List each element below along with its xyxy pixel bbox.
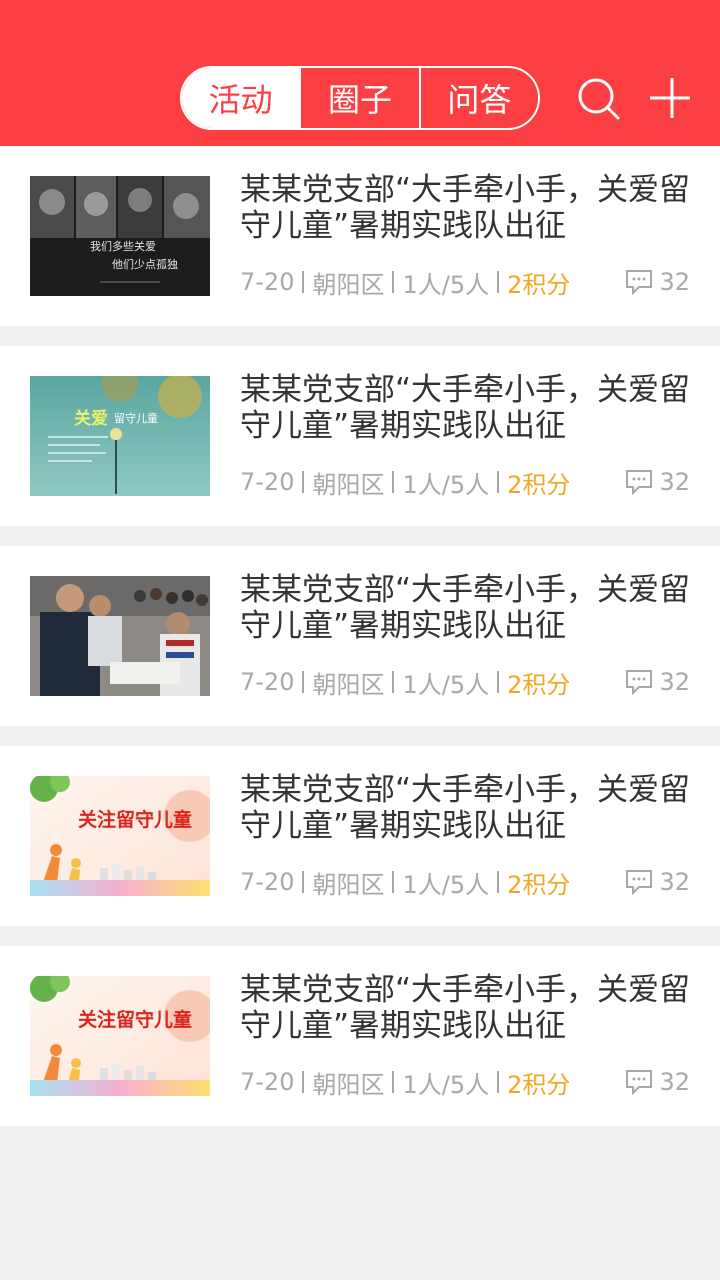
divider [302,871,305,893]
activity-participants: 1人/5人 [402,470,490,499]
divider [392,1071,395,1093]
tab-qa[interactable]: 问答 [418,68,538,128]
activity-date: 7-20 [240,1068,295,1096]
thumbnail-caption: 留守儿童 [114,411,158,425]
activity-title: 某某党支部“大手牵小手，关爱留守儿童”暑期实践队出征 [240,972,691,1044]
divider [392,871,395,893]
activity-thumbnail: 我们多些关爱 他们少点孤独 [30,176,210,296]
activity-title: 某某党支部“大手牵小手，关爱留守儿童”暑期实践队出征 [240,172,691,244]
activity-date: 7-20 [240,668,295,696]
segmented-tabs: 活动 圈子 问答 [180,66,540,130]
activity-points: 2积分 [507,670,571,699]
comment-count[interactable]: 32 [625,664,690,700]
activity-card[interactable]: 某某党支部“大手牵小手，关爱留守儿童”暑期实践队出征 7-20 朝阳区 1人/5… [0,546,720,726]
comment-count[interactable]: 32 [625,1064,690,1100]
activity-district: 朝阳区 [312,870,385,899]
activity-meta: 7-20 朝阳区 1人/5人 2积分 [240,264,570,300]
divider [497,271,500,293]
tab-circles[interactable]: 圈子 [299,68,418,128]
activity-meta: 7-20 朝阳区 1人/5人 2积分 [240,664,570,700]
divider [497,1071,500,1093]
activity-points: 2积分 [507,1070,571,1099]
activity-meta: 7-20 朝阳区 1人/5人 2积分 [240,864,570,900]
divider [497,471,500,493]
comment-count-value: 32 [659,1068,690,1096]
comment-icon [626,470,653,495]
search-button[interactable] [574,72,626,124]
activity-card[interactable]: 关注留守儿童 某某党支部“大手牵小手，关爱留守儿童”暑期实践队出征 7-20 朝… [0,946,720,1126]
thumbnail-caption: 关爱 [74,408,108,429]
activity-card[interactable]: 关注留守儿童 某某党支部“大手牵小手，关爱留守儿童”暑期实践队出征 7-20 朝… [0,746,720,926]
activity-title: 某某党支部“大手牵小手，关爱留守儿童”暑期实践队出征 [240,772,691,844]
search-icon [578,78,620,120]
activity-meta: 7-20 朝阳区 1人/5人 2积分 [240,1064,570,1100]
activity-district: 朝阳区 [312,1070,385,1099]
activity-participants: 1人/5人 [402,870,490,899]
divider [392,671,395,693]
thumbnail-caption: 他们少点孤独 [112,257,178,271]
divider [302,671,305,693]
comment-count[interactable]: 32 [625,464,690,500]
activity-title: 某某党支部“大手牵小手，关爱留守儿童”暑期实践队出征 [240,572,691,644]
thumbnail-caption: 关注留守儿童 [78,1008,192,1031]
tab-activities[interactable]: 活动 [182,68,300,128]
app-header: 活动 圈子 问答 [0,0,720,146]
comment-count-value: 32 [659,268,690,296]
activity-card[interactable]: 关爱 留守儿童 某某党支部“大手牵小手，关爱留守儿童”暑期实践队出征 7-20 … [0,346,720,526]
comment-count-value: 32 [659,868,690,896]
add-button[interactable] [646,72,694,124]
activity-title: 某某党支部“大手牵小手，关爱留守儿童”暑期实践队出征 [240,372,691,444]
activity-thumbnail [30,576,210,696]
comment-count-value: 32 [659,668,690,696]
divider [392,471,395,493]
activity-participants: 1人/5人 [402,1070,490,1099]
divider [302,471,305,493]
thumbnail-caption: 我们多些关爱 [90,239,156,253]
activity-participants: 1人/5人 [402,670,490,699]
comment-icon [626,1070,653,1095]
divider [392,271,395,293]
comment-count[interactable]: 32 [625,264,690,300]
activity-thumbnail: 关注留守儿童 [30,776,210,896]
activity-district: 朝阳区 [312,670,385,699]
divider [497,671,500,693]
activity-points: 2积分 [507,870,571,899]
activity-thumbnail: 关注留守儿童 [30,976,210,1096]
divider [302,271,305,293]
comment-icon [626,670,653,695]
activity-thumbnail: 关爱 留守儿童 [30,376,210,496]
activity-points: 2积分 [507,470,571,499]
comment-icon [626,870,653,895]
activity-meta: 7-20 朝阳区 1人/5人 2积分 [240,464,570,500]
activity-points: 2积分 [507,270,571,299]
activity-date: 7-20 [240,268,295,296]
activity-participants: 1人/5人 [402,270,490,299]
divider [302,1071,305,1093]
plus-icon [650,78,690,118]
activity-card[interactable]: 我们多些关爱 他们少点孤独 某某党支部“大手牵小手，关爱留守儿童”暑期实践队出征… [0,146,720,326]
activity-district: 朝阳区 [312,470,385,499]
comment-count-value: 32 [659,468,690,496]
activity-district: 朝阳区 [312,270,385,299]
activity-date: 7-20 [240,868,295,896]
comment-count[interactable]: 32 [625,864,690,900]
thumbnail-caption: 关注留守儿童 [78,808,192,831]
comment-icon [626,270,653,295]
divider [497,871,500,893]
activity-date: 7-20 [240,468,295,496]
